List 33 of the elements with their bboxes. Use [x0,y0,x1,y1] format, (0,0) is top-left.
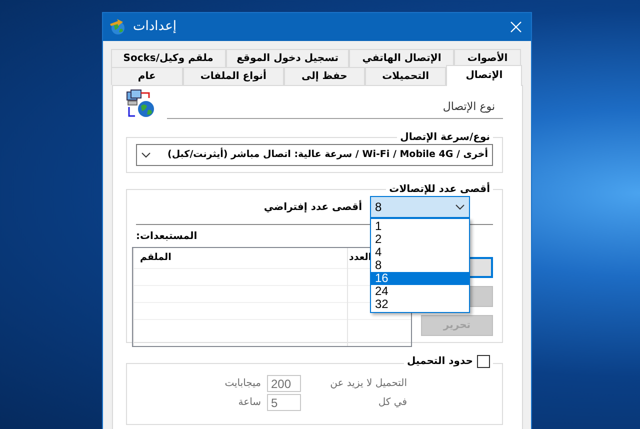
excluded-label: المستبعدات: [136,230,198,244]
chevron-icon [455,204,465,210]
tab[interactable]: أنواع الملفات [182,67,284,85]
network-globe-icon [125,89,157,119]
dropdown-option[interactable]: 24 [371,285,469,298]
limit-label: في كل [377,396,407,410]
tab[interactable]: ملقم وكيل/Socks [110,49,226,67]
section-title: نوع الإتصال [167,98,503,119]
close-icon [510,21,522,33]
default-label: أقصى عدد إفتراضي [264,200,362,214]
group-label: أقصى عدد للإتصالات [388,183,491,196]
tab[interactable]: الإتصال [446,65,522,86]
tab[interactable]: عام [111,67,183,85]
unit-label: ساعة [238,396,261,410]
tab[interactable]: تسجيل دخول الموقع [226,49,350,67]
tab[interactable]: الإتصال الهاتفي [349,49,454,67]
group-label: نوع/سرعة الإتصال [399,131,491,144]
tab[interactable]: التحميلات [364,67,446,85]
unit-label: ميجابايت [224,377,261,391]
dropdown-option[interactable]: 4 [371,246,469,259]
globe-icon [109,19,127,35]
dropdown-option[interactable]: 1 [371,220,469,233]
chevron-icon [141,152,151,158]
tab[interactable]: حفظ إلى [284,67,365,85]
dropdown-option[interactable]: 8 [371,259,469,272]
group-label: حدود التحميل [407,355,473,368]
dropdown-option[interactable]: 2 [371,233,469,246]
connection-type-dropdown[interactable]: أخرى / Wi-Fi / Mobile 4G / سرعة عالية: اتصال مباشر (أيثرنت/كبل) [136,144,493,166]
column-header[interactable]: الملقم [134,248,347,268]
window-title: إعدادات [133,18,176,36]
limit-label: التحميل لا يزيد عن [329,377,407,391]
dropdown-option[interactable]: 16 [371,272,469,285]
dropdown-option[interactable]: 32 [371,298,469,311]
